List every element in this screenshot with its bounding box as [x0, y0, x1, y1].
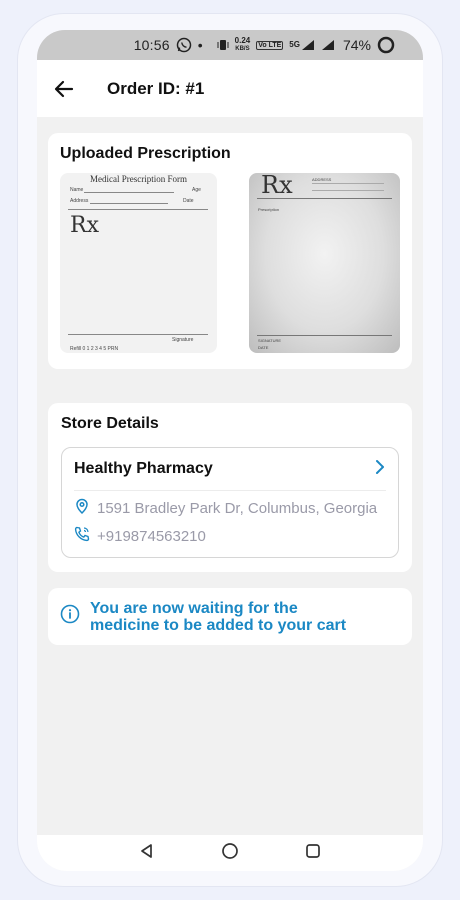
- arrow-left-icon[interactable]: [53, 78, 75, 100]
- app-header: Order ID: #1: [37, 60, 423, 117]
- rx-symbol: Rx: [261, 173, 293, 199]
- page-title: Order ID: #1: [107, 78, 205, 98]
- divider: [68, 209, 208, 210]
- form-age-label: Age: [192, 187, 201, 193]
- network-speed-value: 0.24: [234, 36, 251, 45]
- store-phone[interactable]: +919874563210: [97, 528, 206, 545]
- battery-icon: [377, 36, 395, 54]
- form-address-label: ADDRESS: [312, 177, 332, 182]
- form-title: Medical Prescription Form: [90, 174, 187, 184]
- form-address-label: Address: [70, 198, 89, 204]
- volte-badge: Vo LTE: [256, 40, 284, 50]
- divider: [312, 183, 384, 184]
- status-dot: •: [197, 37, 203, 53]
- system-nav-bar: [37, 835, 423, 871]
- store-info-box: Healthy Pharmacy 1591 Bradley Park Dr, C…: [61, 447, 399, 558]
- waiting-message-line-2: medicine to be added to your cart: [90, 616, 347, 634]
- whatsapp-icon: [176, 37, 192, 53]
- info-icon: [60, 604, 80, 629]
- status-time: 10:56: [133, 37, 170, 53]
- app-screen: 10:56 • 0.24 KB/S Vo LTE 5G 74% Order ID…: [37, 30, 423, 871]
- vibrate-icon: [217, 39, 229, 51]
- rx-symbol: Rx: [70, 213, 99, 238]
- divider: [68, 334, 208, 335]
- phone-icon: [74, 526, 97, 546]
- network-type: 5G: [289, 40, 300, 49]
- form-date-label: Date: [183, 198, 194, 204]
- prescription-image-1[interactable]: Medical Prescription Form Name Age Addre…: [60, 173, 217, 353]
- nav-back-triangle-icon[interactable]: [139, 843, 155, 864]
- store-phone-row: +919874563210: [74, 525, 386, 547]
- nav-home-circle-icon[interactable]: [221, 842, 239, 865]
- form-name-label: Name: [70, 187, 84, 193]
- divider: [257, 335, 392, 336]
- nav-recents-square-icon[interactable]: [305, 843, 321, 864]
- form-signature-label: SIGNATURE: [258, 338, 282, 343]
- divider: [312, 190, 384, 191]
- prescription-section-title: Uploaded Prescription: [60, 145, 231, 162]
- store-address: 1591 Bradley Park Dr, Columbus, Georgia: [97, 499, 378, 517]
- prescription-card: Uploaded Prescription Medical Prescripti…: [48, 133, 412, 369]
- store-section-title: Store Details: [61, 415, 159, 432]
- store-details-card: Store Details Healthy Pharmacy 1591 Brad…: [48, 403, 412, 572]
- status-bar: 10:56 • 0.24 KB/S Vo LTE 5G 74%: [37, 30, 423, 60]
- network-speed: 0.24 KB/S: [235, 37, 251, 53]
- form-refill-label: Refill 0 1 2 3 4 5 PRN: [70, 346, 119, 352]
- store-row[interactable]: Healthy Pharmacy: [74, 448, 386, 491]
- form-prescription-label: Prescription: [258, 207, 280, 212]
- battery-percent: 74%: [342, 37, 371, 53]
- waiting-info-banner: You are now waiting for the medicine to …: [48, 588, 412, 645]
- prescription-images: Medical Prescription Form Name Age Addre…: [60, 173, 400, 353]
- divider: [257, 198, 392, 199]
- divider: [90, 203, 168, 204]
- store-address-row: 1591 Bradley Park Dr, Columbus, Georgia: [74, 497, 386, 519]
- network-speed-unit: KB/S: [235, 46, 250, 52]
- store-name: Healthy Pharmacy: [74, 460, 213, 477]
- waiting-message-line-1: You are now waiting for the: [90, 599, 298, 617]
- signal-icon: [301, 39, 315, 51]
- location-pin-icon: [74, 498, 97, 518]
- waiting-message: You are now waiting for the medicine to …: [90, 600, 346, 634]
- chevron-right-icon[interactable]: [374, 459, 386, 480]
- form-date-label: DATE: [258, 345, 269, 350]
- signal-icon-2: [321, 39, 335, 51]
- prescription-image-2[interactable]: Rx ADDRESS Prescription SIGNATURE DATE: [249, 173, 400, 353]
- divider: [84, 192, 174, 193]
- form-signature-label: Signature: [172, 337, 194, 343]
